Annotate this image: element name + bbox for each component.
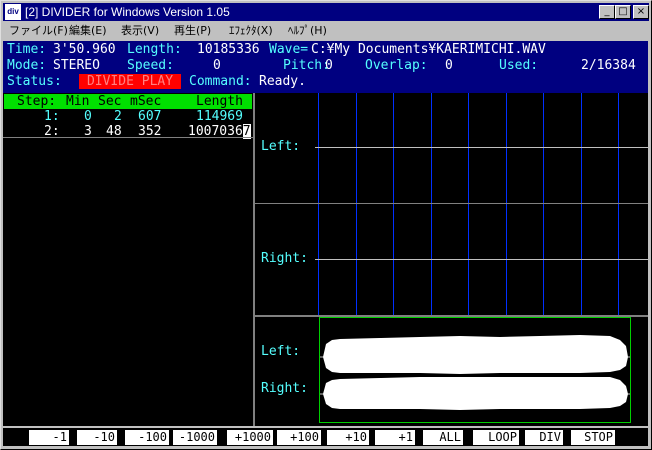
- div-button[interactable]: DIV: [525, 430, 563, 445]
- zoom-grid-view[interactable]: [255, 93, 648, 315]
- mode-value: STEREO: [53, 58, 100, 73]
- grid-right-label: Right:: [261, 251, 308, 266]
- status-label: Status:: [7, 74, 62, 89]
- step-plus-1000-button[interactable]: +1000: [227, 430, 273, 445]
- close-button[interactable]: ×: [633, 5, 649, 19]
- transport-button-bar: -1 -10 -100 -1000 +1000 +100 +10 +1 ALL …: [3, 428, 648, 446]
- menu-view[interactable]: 表示(V): [121, 22, 159, 40]
- step-row[interactable]: 1: 0 2 607 114969: [4, 109, 252, 124]
- used-value: 2/16384: [581, 58, 636, 73]
- main-client-area: Time: 3'50.960 Length: 10185336 Wave= C:…: [3, 41, 648, 426]
- step-plus-10-button[interactable]: +10: [327, 430, 369, 445]
- step-msec: 607: [138, 109, 162, 124]
- list-separator: [3, 137, 253, 138]
- speed-value: 0: [213, 58, 221, 73]
- time-value: 3'50.960: [53, 42, 116, 57]
- app-icon[interactable]: div: [5, 4, 21, 20]
- step-min: 0: [84, 109, 92, 124]
- col-sec: Sec: [98, 94, 122, 109]
- info-panel: Time: 3'50.960 Length: 10185336 Wave= C:…: [3, 41, 648, 93]
- step-plus-1-button[interactable]: +1: [375, 430, 415, 445]
- step-length: 114969: [196, 109, 243, 124]
- mode-label: Mode:: [7, 58, 47, 73]
- col-step: Step:: [17, 94, 57, 109]
- title-bar[interactable]: div [2] DIVIDER for Windows Version 1.05…: [3, 3, 649, 21]
- speed-label: Speed:: [127, 58, 174, 73]
- step-plus-100-button[interactable]: +100: [277, 430, 321, 445]
- step-number: 1:: [44, 109, 60, 124]
- wave-label: Wave=: [269, 42, 309, 57]
- all-button[interactable]: ALL: [423, 430, 463, 445]
- command-value: Ready.: [259, 74, 306, 89]
- waveform-overview[interactable]: [319, 317, 631, 423]
- menu-play[interactable]: 再生(P): [174, 22, 211, 40]
- length-value: 10185336: [197, 42, 260, 57]
- pitch-label: Pitch:: [283, 58, 330, 73]
- menu-help[interactable]: ﾍﾙﾌﾟ(H): [288, 22, 327, 40]
- step-list-header: Step: Min Sec mSec Length: [4, 94, 252, 109]
- step-minus-100-button[interactable]: -100: [125, 430, 169, 445]
- col-msec: mSec: [130, 94, 162, 109]
- menu-file[interactable]: ファイル(F): [9, 22, 68, 40]
- stop-button[interactable]: STOP: [571, 430, 615, 445]
- length-label: Length:: [127, 42, 182, 57]
- col-min: Min: [66, 94, 90, 109]
- wave-right-label: Right:: [261, 381, 308, 396]
- overlap-value: 0: [445, 58, 453, 73]
- step-minus-1-button[interactable]: -1: [29, 430, 69, 445]
- window-title: [2] DIVIDER for Windows Version 1.05: [25, 5, 230, 19]
- status-badge: DIVIDE PLAY: [79, 74, 181, 89]
- step-sec: 2: [114, 109, 122, 124]
- maximize-button[interactable]: □: [615, 5, 631, 19]
- waveform-graphic: [320, 335, 630, 410]
- minimize-button[interactable]: _: [599, 5, 615, 19]
- step-minus-10-button[interactable]: -10: [77, 430, 117, 445]
- grid-left-label: Left:: [261, 139, 301, 154]
- overlap-label: Overlap:: [365, 58, 428, 73]
- used-label: Used:: [499, 58, 539, 73]
- time-label: Time:: [7, 42, 47, 57]
- menu-bar: ファイル(F) 編集(E) 表示(V) 再生(P) ｴﾌｪｸﾀ(X) ﾍﾙﾌﾟ(…: [3, 22, 649, 40]
- menu-edit[interactable]: 編集(E): [69, 22, 107, 40]
- menu-effect[interactable]: ｴﾌｪｸﾀ(X): [229, 22, 273, 40]
- loop-button[interactable]: LOOP: [473, 430, 519, 445]
- command-label: Command:: [189, 74, 252, 89]
- col-length: Length: [196, 94, 243, 109]
- pitch-value: 0: [325, 58, 333, 73]
- step-minus-1000-button[interactable]: -1000: [173, 430, 217, 445]
- wave-left-label: Left:: [261, 344, 301, 359]
- wave-path: C:¥My Documents¥KAERIMICHI.WAV: [311, 42, 546, 57]
